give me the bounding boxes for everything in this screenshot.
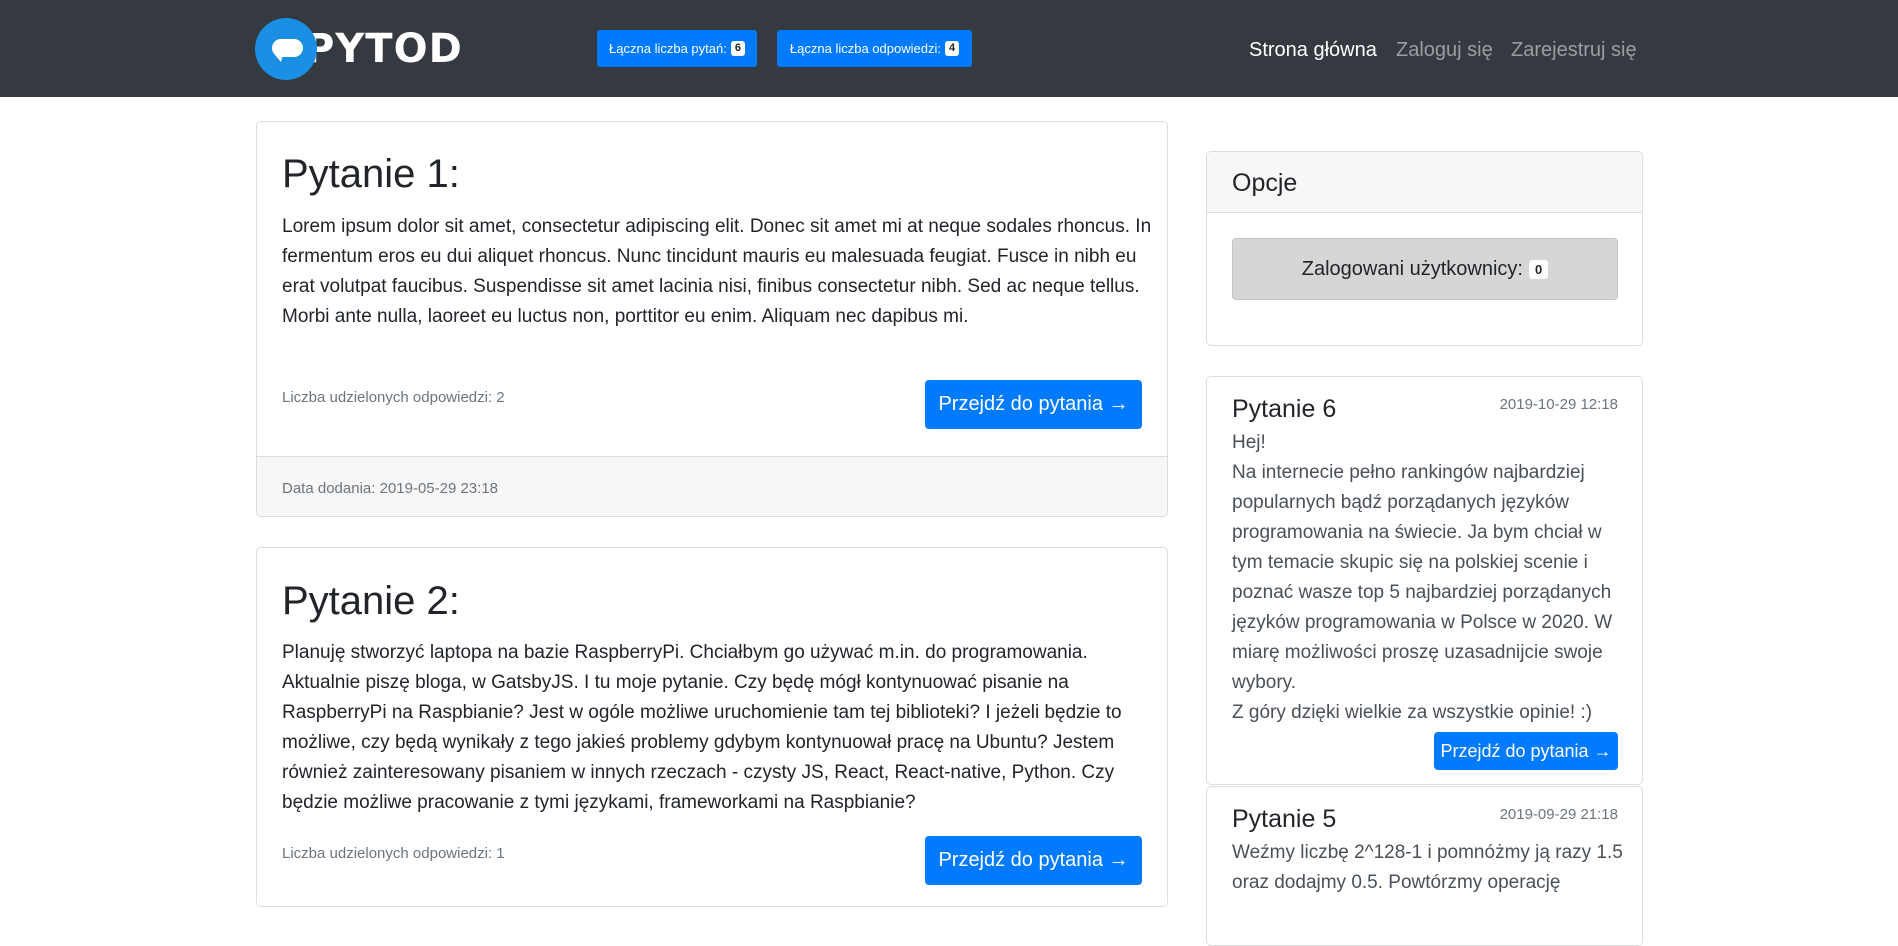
question-body: Lorem ipsum dolor sit amet, consectetur … [282,216,1152,327]
logged-users-button[interactable]: Zalogowani użytkownicy: 0 [1232,238,1618,300]
logo-chat-icon [255,18,317,80]
nav-register-link[interactable]: Zarejestruj się [1511,38,1637,62]
answers-count: Liczba udzielonych odpowiedzi: 1 [282,845,505,862]
question-card: Pytanie 2: Planuję stworzyć laptopa na b… [256,547,1168,907]
logged-users-label: Zalogowani użytkownicy: [1301,257,1523,280]
card-footer: Data dodania: 2019-05-29 23:18 [257,456,1167,516]
question-card: Pytanie 1: Lorem ipsum dolor sit amet, c… [256,121,1168,517]
total-answers-count: 4 [944,41,960,56]
go-to-question-button[interactable]: Przejdź do pytania → [1434,732,1618,770]
sidebar-question-title: Pytanie 6 [1232,395,1337,423]
question-title: Pytanie 2: [282,579,460,623]
total-answers-label: Łączna liczba odpowiedzi: [789,41,941,56]
go-to-question-button[interactable]: Przejdź do pytania → [925,380,1142,429]
total-questions-label: Łączna liczba pytań: [609,41,727,56]
logged-users-count: 0 [1528,259,1549,279]
sidebar-question-body: Weźmy liczbę 2^128-1 i pomnóżmy ją razy … [1232,842,1623,893]
navbar: PYTOD Łączna liczba pytań: 6 Łączna licz… [0,0,1898,97]
logo-text: PYTOD [305,26,463,72]
go-to-question-button[interactable]: Przejdź do pytania → [925,836,1142,885]
options-title: Opcje [1232,169,1298,197]
question-body: Planuję stworzyć laptopa na bazie Raspbe… [282,642,1122,813]
options-card: Opcje Zalogowani użytkownicy: 0 [1206,151,1643,346]
nav-login-link[interactable]: Zaloguj się [1396,38,1493,62]
question-title: Pytanie 1: [282,152,460,196]
sidebar-question-body: Hej! Na internecie pełno rankingów najba… [1232,432,1613,723]
sidebar-question-title: Pytanie 5 [1232,805,1337,833]
date-added: Data dodania: 2019-05-29 23:18 [282,480,499,497]
logo[interactable]: PYTOD [255,18,463,80]
options-header: Opcje [1207,152,1642,213]
sidebar-question-card: Pytanie 5 2019-09-29 21:18 Weźmy liczbę … [1206,786,1643,946]
total-answers-badge: Łączna liczba odpowiedzi: 4 [777,30,972,67]
sidebar-question-date: 2019-10-29 12:18 [1499,396,1618,413]
answers-count: Liczba udzielonych odpowiedzi: 2 [282,389,505,406]
total-questions-count: 6 [730,41,745,56]
total-questions-badge: Łączna liczba pytań: 6 [597,30,757,67]
sidebar-question-card: Pytanie 6 2019-10-29 12:18 Hej! Na inter… [1206,376,1643,785]
nav-home-link[interactable]: Strona główna [1249,38,1377,62]
sidebar-question-date: 2019-09-29 21:18 [1499,806,1618,823]
